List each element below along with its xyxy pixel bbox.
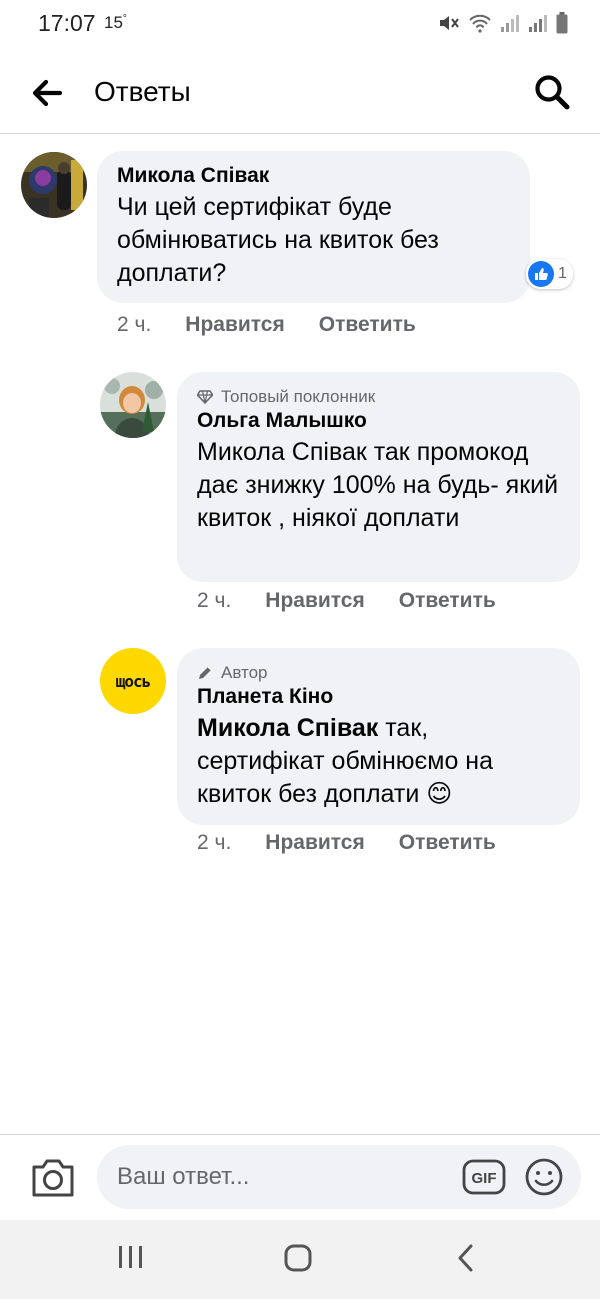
mute-icon <box>440 16 459 30</box>
status-time: 17:07 <box>38 10 96 36</box>
comment-bubble[interactable]: Топовый поклонник Ольга Малышко Микола С… <box>177 372 580 582</box>
comment-bubble[interactable]: Микола Співак Чи цей сертифікат буде обм… <box>97 151 530 303</box>
status-icons <box>438 12 568 34</box>
like-button[interactable]: Нравится <box>265 589 364 613</box>
comment-time[interactable]: 2 ч. <box>197 589 231 613</box>
comment-bubble[interactable]: Автор Планета Кіно Микола Співак так, се… <box>177 648 580 825</box>
comment-actions: 2 ч. Нравится Ответить <box>197 589 496 613</box>
back-nav-button[interactable] <box>456 1244 476 1277</box>
status-temperature: 15° <box>104 13 127 32</box>
smile-emoji: 😊 <box>426 780 453 808</box>
emoji-button[interactable] <box>524 1157 564 1197</box>
recent-apps-button[interactable] <box>118 1244 144 1275</box>
avatar[interactable]: щось <box>100 648 166 714</box>
reply-button[interactable]: Ответить <box>399 589 496 613</box>
signal-icon-2 <box>529 15 547 32</box>
pencil-icon <box>199 666 212 679</box>
status-bar: 17:07 15° <box>0 0 600 48</box>
signal-icon <box>501 15 519 32</box>
author-badge: Автор <box>197 662 560 684</box>
comment-actions: 2 ч. Нравится Ответить <box>197 831 496 855</box>
comment-actions: 2 ч. Нравится Ответить <box>117 313 416 337</box>
brand-logo: щось <box>115 671 152 691</box>
reaction-summary[interactable]: 1 <box>526 259 573 289</box>
comment-time[interactable]: 2 ч. <box>117 313 151 337</box>
arrow-left-icon <box>32 79 63 107</box>
diamond-icon <box>197 390 213 404</box>
reply-button[interactable]: Ответить <box>399 831 496 855</box>
reply-input[interactable] <box>97 1145 581 1209</box>
chevron-left-icon <box>458 1244 473 1272</box>
avatar[interactable] <box>100 372 166 438</box>
like-button[interactable]: Нравится <box>265 831 364 855</box>
avatar-photo-icon <box>21 152 87 218</box>
like-button[interactable]: Нравится <box>185 313 284 337</box>
reply-composer: GIF <box>0 1134 600 1220</box>
search-button[interactable] <box>532 72 572 112</box>
top-fan-badge: Топовый поклонник <box>197 386 560 408</box>
thumbs-up-icon <box>528 261 554 287</box>
camera-icon <box>32 1159 74 1197</box>
gif-button[interactable]: GIF <box>462 1159 506 1195</box>
reply-button[interactable]: Ответить <box>319 313 416 337</box>
back-button[interactable] <box>30 76 66 110</box>
comment-text: Чи цей сертифікат буде обмінюватись на к… <box>117 193 439 287</box>
avatar-photo-icon <box>100 372 166 438</box>
page-title: Ответы <box>94 76 191 107</box>
comment-author[interactable]: Планета Кіно <box>197 684 560 709</box>
home-button[interactable] <box>284 1244 312 1277</box>
comment-time[interactable]: 2 ч. <box>197 831 231 855</box>
battery-icon <box>556 12 568 34</box>
recent-apps-icon <box>119 1246 142 1268</box>
app-header: Ответы <box>0 48 600 134</box>
mention-link[interactable]: Микола Співак <box>197 714 378 742</box>
comment-author[interactable]: Микола Співак <box>117 163 510 188</box>
system-navigation-bar <box>0 1220 600 1299</box>
badge-label: Автор <box>221 663 268 682</box>
badge-label: Топовый поклонник <box>221 387 376 406</box>
avatar[interactable] <box>21 152 87 218</box>
gif-icon: GIF <box>462 1159 506 1195</box>
comment-text: Микола Співак так промокод дає знижку 10… <box>197 438 559 532</box>
camera-button[interactable] <box>30 1157 76 1199</box>
search-icon <box>535 75 570 110</box>
svg-text:GIF: GIF <box>472 1170 497 1187</box>
reaction-count: 1 <box>558 265 567 282</box>
wifi-icon <box>469 14 491 33</box>
smiley-icon <box>525 1158 563 1196</box>
home-icon <box>284 1244 312 1272</box>
comment-text: Микола Співак так, сертифікат обмінюємо … <box>197 714 494 808</box>
comment-author[interactable]: Ольга Малышко <box>197 408 560 433</box>
